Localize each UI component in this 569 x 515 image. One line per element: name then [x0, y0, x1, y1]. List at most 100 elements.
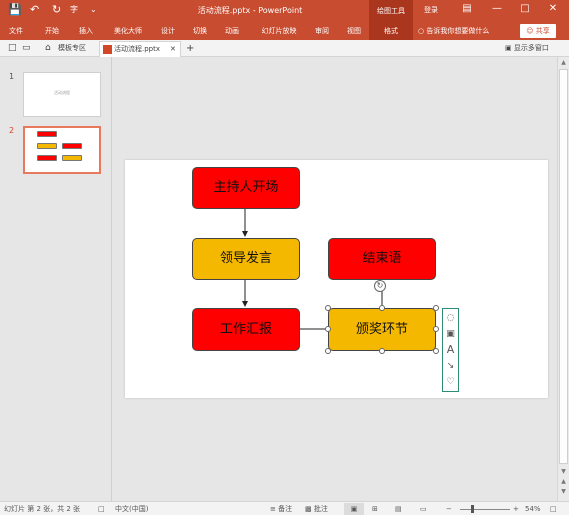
thumb-shape [62, 155, 82, 161]
ribbon-tabs: 文件 开始 插入 美化大师 设计 切换 动画 幻灯片放映 审阅 视图 格式 ○ … [0, 22, 569, 40]
tab-home[interactable]: 开始 [40, 22, 64, 40]
favorite-heart-icon[interactable]: ♡ [443, 374, 458, 390]
resize-handle[interactable] [325, 305, 331, 311]
resize-handle[interactable] [379, 305, 385, 311]
text-style-icon[interactable]: A [443, 342, 458, 358]
new-document-icon[interactable]: □ [8, 42, 17, 55]
tab-beautify-master[interactable]: 美化大师 [108, 22, 148, 40]
save-icon[interactable]: 💾 [8, 4, 22, 16]
reading-view-icon[interactable]: ▤ [395, 503, 402, 515]
window-title: 活动流程.pptx - PowerPoint [197, 6, 303, 15]
context-tools-label: 绘图工具 [369, 0, 413, 22]
tab-review[interactable]: 审阅 [310, 22, 334, 40]
maximize-icon[interactable]: □ [516, 3, 534, 15]
powerpoint-file-icon [103, 44, 112, 54]
home-icon[interactable]: ⌂ [45, 42, 51, 55]
comment-icon: ▩ [305, 505, 312, 513]
person-icon: ☺ [526, 27, 534, 35]
slide-counter: 幻灯片 第 2 张，共 2 张 [4, 505, 81, 513]
thumb-caption-1: 活动流程 [54, 90, 70, 95]
fit-to-window-icon[interactable]: □ [550, 503, 557, 515]
close-tab-icon[interactable]: ✕ [170, 43, 176, 56]
close-icon[interactable]: ✕ [544, 3, 562, 15]
resize-handle[interactable] [325, 348, 331, 354]
previous-slide-icon[interactable]: ▲ [558, 477, 569, 487]
slide-sorter-icon[interactable]: ⊞ [372, 503, 378, 515]
undo-icon[interactable]: ↶ [30, 4, 39, 16]
tab-insert[interactable]: 插入 [74, 22, 98, 40]
tell-me-search[interactable]: ○ 告诉我你想要做什么 [418, 22, 489, 40]
resize-handle[interactable] [433, 348, 439, 354]
zoom-out-icon[interactable]: − [446, 503, 452, 515]
zoom-slider[interactable] [460, 509, 510, 510]
add-tab-icon[interactable]: + [186, 42, 194, 55]
comments-label: 批注 [313, 505, 328, 513]
next-slide-icon[interactable]: ▼ [558, 487, 569, 497]
tab-slideshow[interactable]: 幻灯片放映 [254, 22, 304, 40]
status-bar: 幻灯片 第 2 张，共 2 张 □ 中文(中国) ≡ 备注 ▩ 批注 ▣ ⊞ ▤… [0, 501, 569, 515]
zoom-level[interactable]: 54% [525, 503, 541, 515]
zoom-slider-thumb[interactable] [471, 505, 475, 513]
tab-animations[interactable]: 动画 [220, 22, 244, 40]
thumb-shape [37, 143, 57, 149]
minimize-icon[interactable]: — [488, 3, 506, 15]
window-icon: ▣ [505, 44, 512, 52]
tab-design[interactable]: 设计 [156, 22, 180, 40]
shape-style-icon[interactable]: ◌ [443, 310, 458, 326]
notes-icon: ≡ [270, 505, 276, 513]
slide-thumbnail-2[interactable] [23, 126, 101, 174]
scroll-thumb[interactable] [559, 69, 568, 464]
open-folder-icon[interactable]: ▭ [22, 42, 31, 55]
tab-file[interactable]: 文件 [4, 22, 28, 40]
resize-handle[interactable] [325, 326, 331, 332]
quick-access-extra-icon[interactable]: 字 [70, 4, 78, 16]
ribbon-display-options-icon[interactable]: ▤ [458, 3, 476, 15]
slide-thumbnail-pane: 1 活动流程 2 [0, 57, 112, 501]
scroll-down-icon[interactable]: ▼ [558, 467, 569, 477]
thumb-shape [37, 131, 57, 137]
flow-box-host-opening[interactable]: 主持人开场 [192, 167, 300, 209]
file-tab-inner: 活动流程.pptx [103, 43, 160, 56]
notes-label: 备注 [278, 505, 293, 513]
vertical-scrollbar[interactable]: ▲ ▼ ▲ ▼ [557, 57, 569, 501]
tab-format[interactable]: 格式 [369, 22, 413, 40]
language-indicator[interactable]: 中文(中国) [115, 503, 148, 515]
normal-view-icon[interactable]: ▣ [344, 503, 364, 515]
flow-box-leader-speech[interactable]: 领导发言 [192, 238, 300, 280]
share-button[interactable]: ☺ 共享 [520, 24, 556, 38]
flow-box-work-report[interactable]: 工作汇报 [192, 308, 300, 351]
redo-icon[interactable]: ↻ [52, 4, 61, 16]
shape-quick-tools: ◌ ▣ A ↘ ♡ [442, 308, 459, 392]
comments-button[interactable]: ▩ 批注 [305, 503, 328, 515]
flow-box-closing[interactable]: 结束语 [328, 238, 436, 280]
multi-window-button[interactable]: ▣ 显示多窗口 [505, 42, 549, 55]
login-link[interactable]: 登录 [424, 5, 438, 15]
thumb-shape [62, 143, 82, 149]
scroll-up-icon[interactable]: ▲ [558, 58, 569, 68]
crop-arrow-icon[interactable]: ↘ [443, 358, 458, 374]
shape-fill-icon[interactable]: ▣ [443, 326, 458, 342]
multi-window-label: 显示多窗口 [513, 44, 549, 52]
slide-thumbnail-1[interactable]: 活动流程 [23, 72, 101, 117]
lightbulb-icon: ○ [418, 27, 425, 35]
slide-canvas[interactable]: 主持人开场 领导发言 工作汇报 颁奖环节 结束语 ↻ [125, 160, 548, 398]
template-area-tab[interactable]: 模板专区 [58, 42, 86, 55]
tab-transitions[interactable]: 切换 [188, 22, 212, 40]
resize-handle[interactable] [433, 305, 439, 311]
title-bar: 💾 ↶ ↻ 字 ⌄ 活动流程.pptx - PowerPoint 绘图工具 登录… [0, 0, 569, 22]
zoom-in-icon[interactable]: + [513, 503, 519, 515]
tab-view[interactable]: 视图 [342, 22, 366, 40]
slideshow-icon[interactable]: ▭ [420, 503, 427, 515]
file-tab-label: 活动流程.pptx [114, 45, 160, 53]
notes-button[interactable]: ≡ 备注 [270, 503, 292, 515]
flow-box-award-ceremony[interactable]: 颁奖环节 [328, 308, 436, 351]
customize-quick-access-icon[interactable]: ⌄ [90, 4, 97, 16]
tell-me-label: 告诉我你想要做什么 [426, 27, 490, 35]
resize-handle[interactable] [379, 348, 385, 354]
spellcheck-icon[interactable]: □ [98, 503, 105, 515]
document-tabs: □ ▭ ⌂ 模板专区 活动流程.pptx ✕ + ▣ 显示多窗口 [0, 40, 569, 57]
thumb-shape [37, 155, 57, 161]
rotate-handle-icon[interactable]: ↻ [374, 280, 386, 292]
file-tab[interactable]: 活动流程.pptx ✕ [99, 41, 181, 57]
resize-handle[interactable] [433, 326, 439, 332]
